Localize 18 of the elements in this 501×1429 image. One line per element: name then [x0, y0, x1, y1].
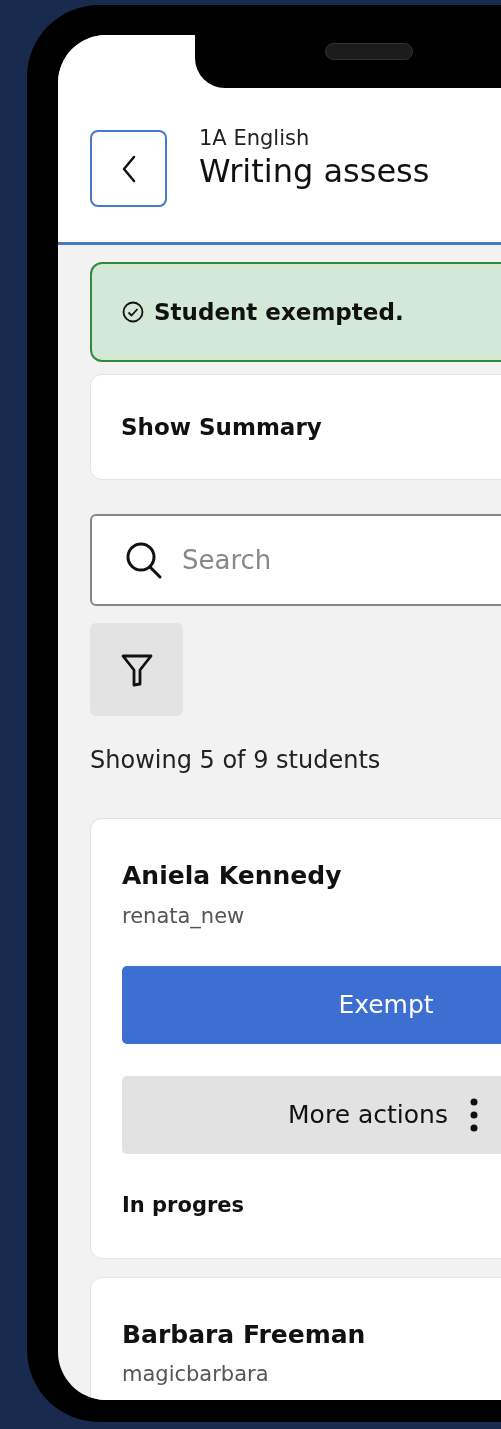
- kebab-icon: [469, 1098, 478, 1132]
- show-summary-toggle[interactable]: Show Summary: [90, 374, 501, 480]
- search-field[interactable]: Search: [90, 514, 501, 606]
- back-button[interactable]: [90, 130, 167, 207]
- student-username: renata_new: [122, 902, 246, 931]
- result-count: Showing 5 of 9 students: [90, 745, 382, 776]
- course-name: 1A English: [199, 126, 311, 152]
- student-name: Aniela Kennedy: [122, 860, 343, 892]
- more-actions-button[interactable]: More actions: [122, 1076, 501, 1154]
- exempt-button[interactable]: Exempt: [122, 966, 501, 1044]
- page-title: Writing assess: [199, 151, 430, 193]
- chevron-left-icon: [120, 154, 137, 183]
- student-status: In progres: [122, 1192, 246, 1219]
- check-circle-icon: [122, 301, 144, 323]
- student-name: Barbara Freeman: [122, 1318, 367, 1351]
- alert-message: Student exempted.: [154, 297, 404, 327]
- filter-button[interactable]: [90, 623, 183, 716]
- student-username: magicbarbara: [122, 1361, 270, 1388]
